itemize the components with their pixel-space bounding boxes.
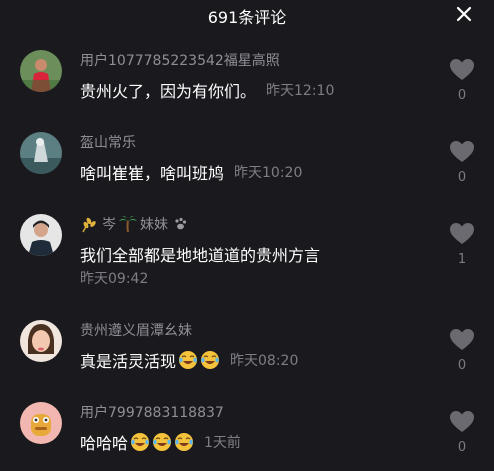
comment-text-row: 贵州火了，因为有你们。 昨天12:10 [80, 78, 334, 102]
comment-username[interactable]: 贵州遵义眉潭幺妹 [80, 320, 192, 340]
avatar[interactable] [20, 132, 62, 174]
paw-icon [175, 217, 187, 230]
comment-time: 1天前 [204, 435, 241, 451]
comment-text-row: 啥叫崔崔，啥叫班鸠 昨天10:20 [80, 160, 302, 184]
comment-text-row: 哈哈哈 1天前 [80, 430, 241, 454]
heart-icon[interactable] [449, 140, 475, 164]
comment-text: 贵州火了，因为有你们。 [80, 82, 257, 101]
comment-time: 昨天09:42 [80, 271, 149, 287]
heart-icon[interactable] [449, 328, 475, 352]
heart-icon[interactable] [449, 222, 475, 246]
laughing-crying-emoji [179, 351, 198, 369]
like-count: 0 [457, 170, 467, 185]
comment-username[interactable]: 用户1077785223542福星高照 [80, 50, 280, 70]
laughing-crying-emoji [175, 433, 194, 451]
like-count: 0 [457, 358, 467, 373]
comment-text: 啥叫崔崔，啥叫班鸠 [80, 164, 225, 183]
comment-username-row[interactable]: 岑 妹妹 [80, 214, 188, 234]
heart-icon[interactable] [449, 58, 475, 82]
comment-count-title: 691条评论 [207, 8, 287, 27]
comment-time: 昨天12:10 [266, 83, 335, 99]
laughing-crying-emoji [131, 433, 150, 451]
comment-text: 真是活灵活现 [80, 352, 177, 371]
comment-text: 哈哈哈 [80, 434, 129, 453]
comment-username[interactable]: 用户7997883118837 [80, 402, 224, 422]
comment-time: 昨天10:20 [234, 165, 303, 181]
palm-tree-icon [119, 215, 137, 233]
laughing-crying-emoji [153, 433, 172, 451]
comment-text-row: 真是活灵活现 昨天08:20 [80, 348, 298, 372]
heart-icon[interactable] [449, 410, 475, 434]
avatar[interactable] [20, 402, 62, 444]
avatar[interactable] [20, 214, 62, 256]
comment-username[interactable]: 盔山常乐 [80, 132, 136, 152]
comment-text: 我们全部都是地地道道的贵州方言 [80, 246, 321, 265]
close-icon[interactable] [452, 2, 476, 26]
like-count: 1 [457, 252, 467, 267]
like-count: 0 [457, 440, 467, 455]
wheat-icon [82, 217, 96, 233]
comment-username-suffix: 妹妹 [140, 217, 168, 233]
like-count: 0 [457, 88, 467, 103]
avatar[interactable] [20, 50, 62, 92]
comments-header: 691条评论 [0, 0, 494, 32]
comment-time: 昨天08:20 [230, 353, 299, 369]
comment-username: 岑 [102, 217, 116, 233]
avatar[interactable] [20, 320, 62, 362]
laughing-crying-emoji [201, 351, 220, 369]
